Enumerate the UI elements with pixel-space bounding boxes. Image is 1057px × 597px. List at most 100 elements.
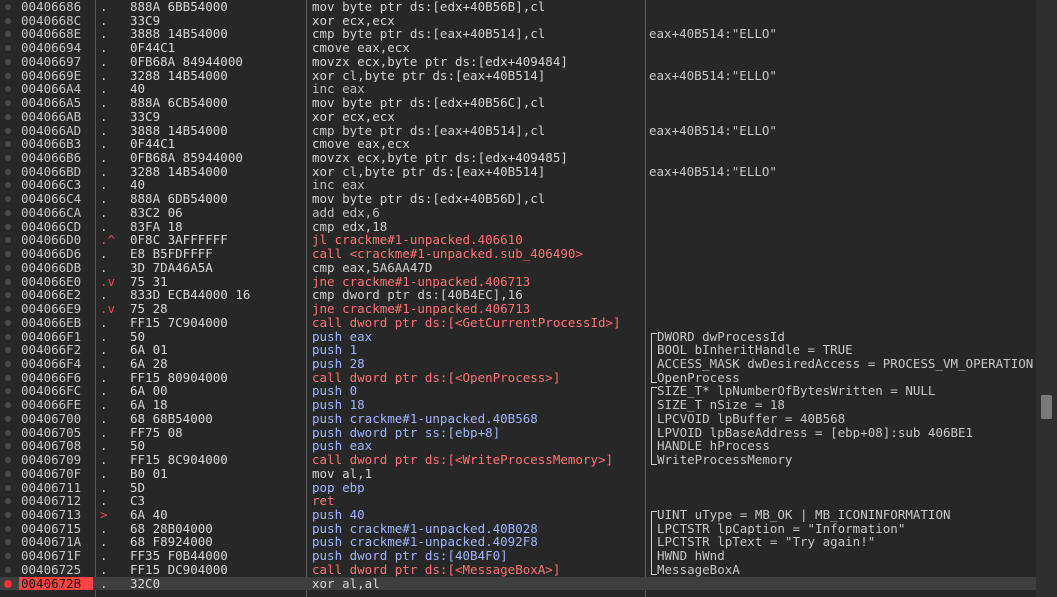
breakpoint-gutter[interactable] xyxy=(0,82,16,96)
breakpoint-gutter[interactable] xyxy=(0,481,16,495)
breakpoint-dot-icon[interactable] xyxy=(5,209,11,216)
breakpoint-gutter[interactable] xyxy=(0,371,16,385)
breakpoint-gutter[interactable] xyxy=(0,467,16,481)
instruction-row[interactable]: 00406709. FF15 8C904000 call dword ptr ds:… xyxy=(0,453,1036,467)
breakpoint-dot-icon[interactable] xyxy=(5,292,11,299)
instruction-row[interactable]: 004066F6. FF15 80904000 call dword ptr ds:… xyxy=(0,371,1036,385)
breakpoint-gutter[interactable] xyxy=(0,27,16,41)
instruction-row[interactable]: 004066B3. 0F44C1 cmove eax,ecx xyxy=(0,137,1036,151)
instruction-row[interactable]: 004066F1. 50 push eax DWORD dwProcessId xyxy=(0,330,1036,344)
breakpoint-dot-icon[interactable] xyxy=(5,457,11,464)
breakpoint-gutter[interactable] xyxy=(0,110,16,124)
breakpoint-gutter[interactable] xyxy=(0,96,16,110)
breakpoint-dot-icon[interactable] xyxy=(5,347,11,354)
instruction-row[interactable]: 004066C3. 40 inc eax xyxy=(0,178,1036,192)
instruction-row[interactable]: 004066E9 .v 75 28 jne crackme#1-unpacked.40… xyxy=(0,302,1036,316)
breakpoint-gutter[interactable] xyxy=(0,357,16,371)
instruction-row[interactable]: 00406725. FF15 DC904000 call dword ptr ds:… xyxy=(0,563,1036,577)
breakpoint-dot-icon[interactable] xyxy=(5,155,11,162)
instruction-row[interactable]: 00406715. 68 28B04000 push crackme#1-unpac… xyxy=(0,522,1036,536)
breakpoint-dot-icon[interactable] xyxy=(5,4,11,10)
breakpoint-gutter[interactable] xyxy=(0,192,16,206)
breakpoint-gutter[interactable] xyxy=(0,261,16,275)
breakpoint-gutter[interactable] xyxy=(0,206,16,220)
breakpoint-dot-icon[interactable] xyxy=(5,415,11,422)
breakpoint-dot-icon[interactable] xyxy=(5,86,11,93)
breakpoint-dot-icon[interactable] xyxy=(5,525,11,532)
breakpoint-dot-icon[interactable] xyxy=(5,278,11,285)
breakpoint-gutter[interactable] xyxy=(0,275,16,289)
breakpoint-dot-icon[interactable] xyxy=(5,512,11,518)
breakpoint-dot-icon[interactable] xyxy=(5,360,11,367)
instruction-row[interactable]: 004066CA. 83C2 06 add edx,6 xyxy=(0,206,1036,220)
breakpoint-dot-icon[interactable] xyxy=(5,113,11,120)
breakpoint-dot-icon[interactable] xyxy=(5,141,11,148)
breakpoint-gutter[interactable] xyxy=(0,494,16,508)
breakpoint-gutter[interactable] xyxy=(0,316,16,330)
breakpoint-gutter[interactable] xyxy=(0,14,16,28)
breakpoint-gutter[interactable] xyxy=(0,522,16,536)
instruction-row[interactable]: 004066BD. 3288 14B54000 xor cl,byte ptr ds… xyxy=(0,165,1036,179)
instruction-row[interactable]: 004066D0 .^ 0F8C 3AFFFFFF jl crackme#1-unpa… xyxy=(0,233,1036,247)
instruction-row[interactable]: 00406705. FF75 08 push dword ptr ss:[ebp+8… xyxy=(0,426,1036,440)
instruction-row[interactable]: 0040671F. FF35 F0B44000 push dword ptr ds:… xyxy=(0,549,1036,563)
breakpoint-dot-icon[interactable] xyxy=(5,196,11,203)
instruction-row[interactable]: 004066FC. 6A 00 push 0 SIZE_T* lpNumberOfBy… xyxy=(0,384,1036,398)
breakpoint-dot-icon[interactable] xyxy=(5,402,11,409)
scrollbar-thumb[interactable] xyxy=(1041,395,1052,419)
instruction-row[interactable]: 004066A5. 888A 6CB54000 mov byte ptr ds:[e… xyxy=(0,96,1036,110)
breakpoint-gutter[interactable] xyxy=(0,247,16,261)
breakpoint-gutter[interactable] xyxy=(0,508,16,522)
instruction-row[interactable]: 004066C4. 888A 6DB54000 mov byte ptr ds:[e… xyxy=(0,192,1036,206)
breakpoint-dot-icon[interactable] xyxy=(5,72,11,79)
disassembly-view[interactable]: 00406686. 888A 6BB54000 mov byte ptr ds:[e… xyxy=(0,0,1057,597)
breakpoint-dot-icon[interactable] xyxy=(5,58,11,65)
breakpoint-gutter[interactable] xyxy=(0,69,16,83)
breakpoint-dot-icon[interactable] xyxy=(5,306,11,313)
instruction-row[interactable]: 004066CD. 83FA 18 cmp edx,18 xyxy=(0,220,1036,234)
breakpoint-gutter[interactable] xyxy=(0,398,16,412)
instruction-row[interactable]: 004066B6. 0FB68A 85944000 movzx ecx,byte p… xyxy=(0,151,1036,165)
breakpoint-dot-icon[interactable] xyxy=(5,388,11,395)
instruction-row[interactable]: 0040668C. 33C9 xor ecx,ecx xyxy=(0,14,1036,28)
instruction-row[interactable]: 004066EB. FF15 7C904000 call dword ptr ds:… xyxy=(0,316,1036,330)
breakpoint-dot-icon[interactable] xyxy=(5,374,11,381)
breakpoint-dot-icon[interactable] xyxy=(5,566,11,573)
breakpoint-gutter[interactable] xyxy=(0,55,16,69)
vertical-scrollbar[interactable] xyxy=(1036,0,1057,597)
breakpoint-dot-icon[interactable] xyxy=(5,443,11,450)
breakpoint-gutter[interactable] xyxy=(0,151,16,165)
breakpoint-dot-icon[interactable] xyxy=(5,264,11,271)
breakpoint-icon[interactable] xyxy=(4,579,12,588)
breakpoint-gutter[interactable] xyxy=(0,0,16,14)
instruction-row[interactable]: 0040668E. 3888 14B54000 cmp byte ptr ds:[e… xyxy=(0,27,1036,41)
instruction-row[interactable]: 004066F2. 6A 01 push 1 BOOL bInheritHandle … xyxy=(0,343,1036,357)
breakpoint-dot-icon[interactable] xyxy=(5,553,11,560)
breakpoint-gutter[interactable] xyxy=(0,426,16,440)
instruction-row[interactable]: 004066A4. 40 inc eax xyxy=(0,82,1036,96)
instruction-row[interactable]: 00406700. 68 68B54000 push crackme#1-unpac… xyxy=(0,412,1036,426)
breakpoint-gutter[interactable] xyxy=(0,412,16,426)
breakpoint-dot-icon[interactable] xyxy=(5,319,11,326)
instruction-row[interactable]: 00406711. 5D pop ebp xyxy=(0,481,1036,495)
instruction-row[interactable]: 0040671A. 68 F8924000 push crackme#1-unpac… xyxy=(0,535,1036,549)
breakpoint-gutter[interactable] xyxy=(0,453,16,467)
instruction-row[interactable]: 00406697. 0FB68A 84944000 movzx ecx,byte p… xyxy=(0,55,1036,69)
breakpoint-gutter[interactable] xyxy=(0,439,16,453)
instruction-row[interactable]: 004066D6. E8 B5FDFFFF call <crackme#1-unpa… xyxy=(0,247,1036,261)
instruction-row[interactable]: 00406686. 888A 6BB54000 mov byte ptr ds:[e… xyxy=(0,0,1036,14)
breakpoint-gutter[interactable] xyxy=(0,165,16,179)
breakpoint-gutter[interactable] xyxy=(0,178,16,192)
breakpoint-dot-icon[interactable] xyxy=(5,31,11,38)
breakpoint-dot-icon[interactable] xyxy=(5,237,11,244)
breakpoint-gutter[interactable] xyxy=(0,535,16,549)
breakpoint-gutter[interactable] xyxy=(0,41,16,55)
breakpoint-dot-icon[interactable] xyxy=(5,429,11,436)
breakpoint-gutter[interactable] xyxy=(0,233,16,247)
instruction-row[interactable]: 004066AD. 3888 14B54000 cmp byte ptr ds:[e… xyxy=(0,124,1036,138)
breakpoint-dot-icon[interactable] xyxy=(5,45,11,52)
instruction-row[interactable]: 0040670F. B0 01 mov al,1 xyxy=(0,467,1036,481)
instruction-row[interactable]: 004066F4. 6A 28 push 28 ACCESS_MASK dwDesir… xyxy=(0,357,1036,371)
breakpoint-dot-icon[interactable] xyxy=(5,168,11,175)
breakpoint-dot-icon[interactable] xyxy=(5,100,11,107)
